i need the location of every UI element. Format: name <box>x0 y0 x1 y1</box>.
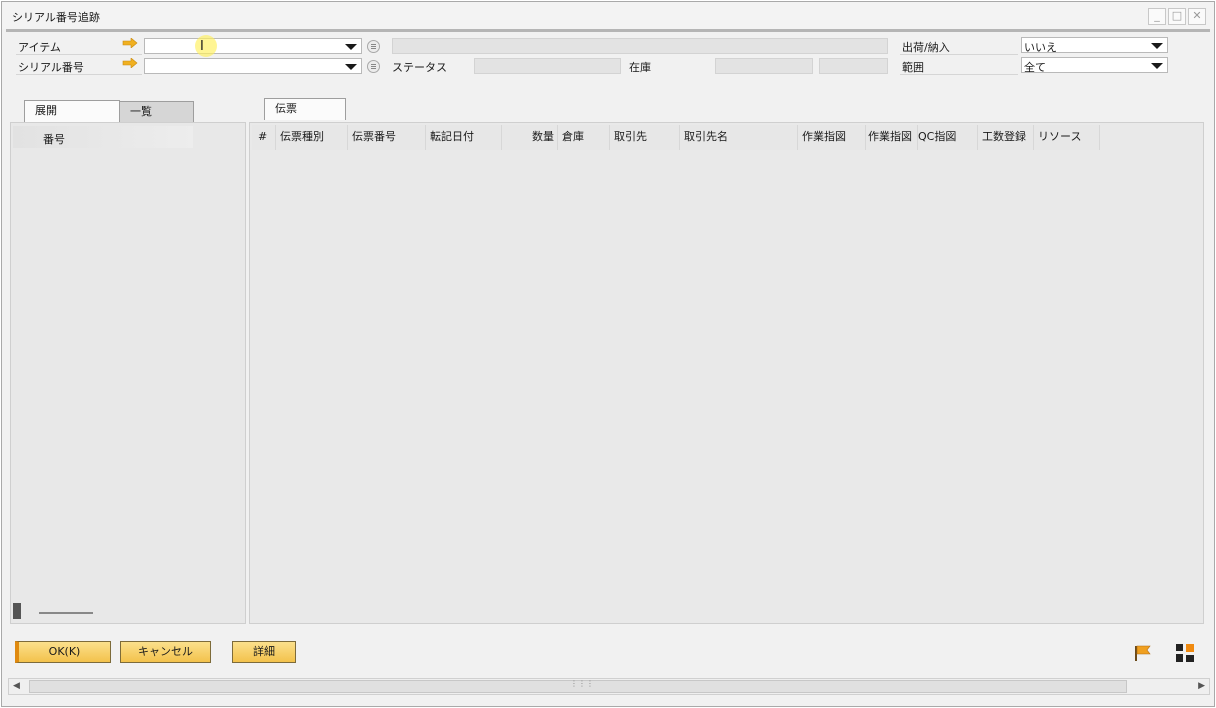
tree-header: 番号 <box>13 126 193 148</box>
column-header[interactable]: 工数登録 <box>978 125 1034 150</box>
close-button[interactable]: ✕ <box>1188 8 1206 25</box>
tab-document[interactable]: 伝票 <box>264 98 346 120</box>
flag-icon[interactable] <box>1133 644 1153 662</box>
range-label-line <box>900 74 1018 75</box>
cursor-highlight <box>195 35 217 57</box>
text-cursor-icon: I <box>200 39 204 54</box>
column-header[interactable]: 作業指図 <box>866 125 918 150</box>
chevron-down-icon[interactable] <box>1151 63 1163 69</box>
horizontal-scrollbar[interactable]: ◀ ⋮⋮⋮ ▶ <box>8 678 1210 695</box>
window-title: シリアル番号追跡 <box>12 11 100 24</box>
chevron-down-icon[interactable] <box>345 44 357 50</box>
item-label-line <box>16 54 142 55</box>
column-header[interactable]: 伝票番号 <box>348 125 426 150</box>
tab-expand[interactable]: 展開 <box>24 100 120 122</box>
column-header[interactable]: 取引先 <box>610 125 680 150</box>
scroll-thumb[interactable]: ⋮⋮⋮ <box>29 679 1127 693</box>
column-header[interactable]: 数量 <box>502 125 558 150</box>
tree-panel: 番号 <box>10 122 246 624</box>
column-header[interactable]: 転記日付 <box>426 125 502 150</box>
serial-combo[interactable] <box>144 58 362 74</box>
column-header[interactable]: リソース <box>1034 125 1100 150</box>
grip-icon: ⋮⋮⋮ <box>570 679 594 688</box>
column-header[interactable]: 倉庫 <box>558 125 610 150</box>
column-header[interactable]: 取引先名 <box>680 125 798 150</box>
document-grid: # 伝票種別 伝票番号 転記日付 数量 倉庫 取引先 取引先名 作業指図 作業指… <box>249 122 1204 624</box>
serial-label-line <box>16 74 142 75</box>
ship-label-line <box>900 54 1018 55</box>
link-arrow-icon[interactable] <box>122 58 138 68</box>
column-header[interactable]: # <box>254 125 276 150</box>
chevron-down-icon[interactable] <box>1151 43 1163 49</box>
title-bar: シリアル番号追跡 _ □ ✕ <box>2 2 1214 32</box>
serial-tracking-window: シリアル番号追跡 _ □ ✕ アイテム I 出荷/納入 いいえ シリアル番号 ス… <box>1 1 1215 707</box>
item-description-field <box>392 38 888 54</box>
tree-scroll-track[interactable] <box>39 612 93 614</box>
ship-select[interactable]: いいえ <box>1021 37 1168 54</box>
ship-select-value: いいえ <box>1024 41 1057 54</box>
chevron-down-icon[interactable] <box>345 64 357 70</box>
column-header[interactable]: 作業指図 <box>798 125 866 150</box>
title-underline <box>6 29 1210 32</box>
item-combo[interactable]: I <box>144 35 362 57</box>
ok-button[interactable]: OK(K) <box>15 641 111 663</box>
grid-header-row: # 伝票種別 伝票番号 転記日付 数量 倉庫 取引先 取引先名 作業指図 作業指… <box>252 125 1100 150</box>
link-arrow-icon[interactable] <box>122 38 138 48</box>
ship-label: 出荷/納入 <box>902 41 950 54</box>
layout-settings-icon[interactable] <box>1174 642 1196 664</box>
column-header[interactable]: QC指図 <box>918 125 978 150</box>
status-field <box>474 58 621 74</box>
stock-label: 在庫 <box>629 61 651 74</box>
stock-field <box>715 58 813 74</box>
minimize-button[interactable]: _ <box>1148 8 1166 25</box>
range-label: 範囲 <box>902 61 924 74</box>
cancel-button[interactable]: キャンセル <box>120 641 211 663</box>
status-label: ステータス <box>392 61 447 74</box>
scroll-left-icon[interactable]: ◀ <box>13 681 20 691</box>
range-select[interactable]: 全て <box>1021 57 1168 74</box>
list-choose-icon[interactable] <box>367 40 380 53</box>
stock-extra-field <box>819 58 888 74</box>
item-label: アイテム <box>18 41 61 54</box>
range-select-value: 全て <box>1024 61 1046 74</box>
column-header[interactable]: 伝票種別 <box>276 125 348 150</box>
number-column-header: 番号 <box>43 133 65 146</box>
list-choose-icon[interactable] <box>367 60 380 73</box>
maximize-button[interactable]: □ <box>1168 8 1186 25</box>
tree-scroll-thumb[interactable] <box>13 603 21 619</box>
tab-list[interactable]: 一覧 <box>119 101 194 123</box>
detail-button[interactable]: 詳細 <box>232 641 296 663</box>
scroll-right-icon[interactable]: ▶ <box>1198 681 1205 691</box>
serial-label: シリアル番号 <box>18 61 84 74</box>
